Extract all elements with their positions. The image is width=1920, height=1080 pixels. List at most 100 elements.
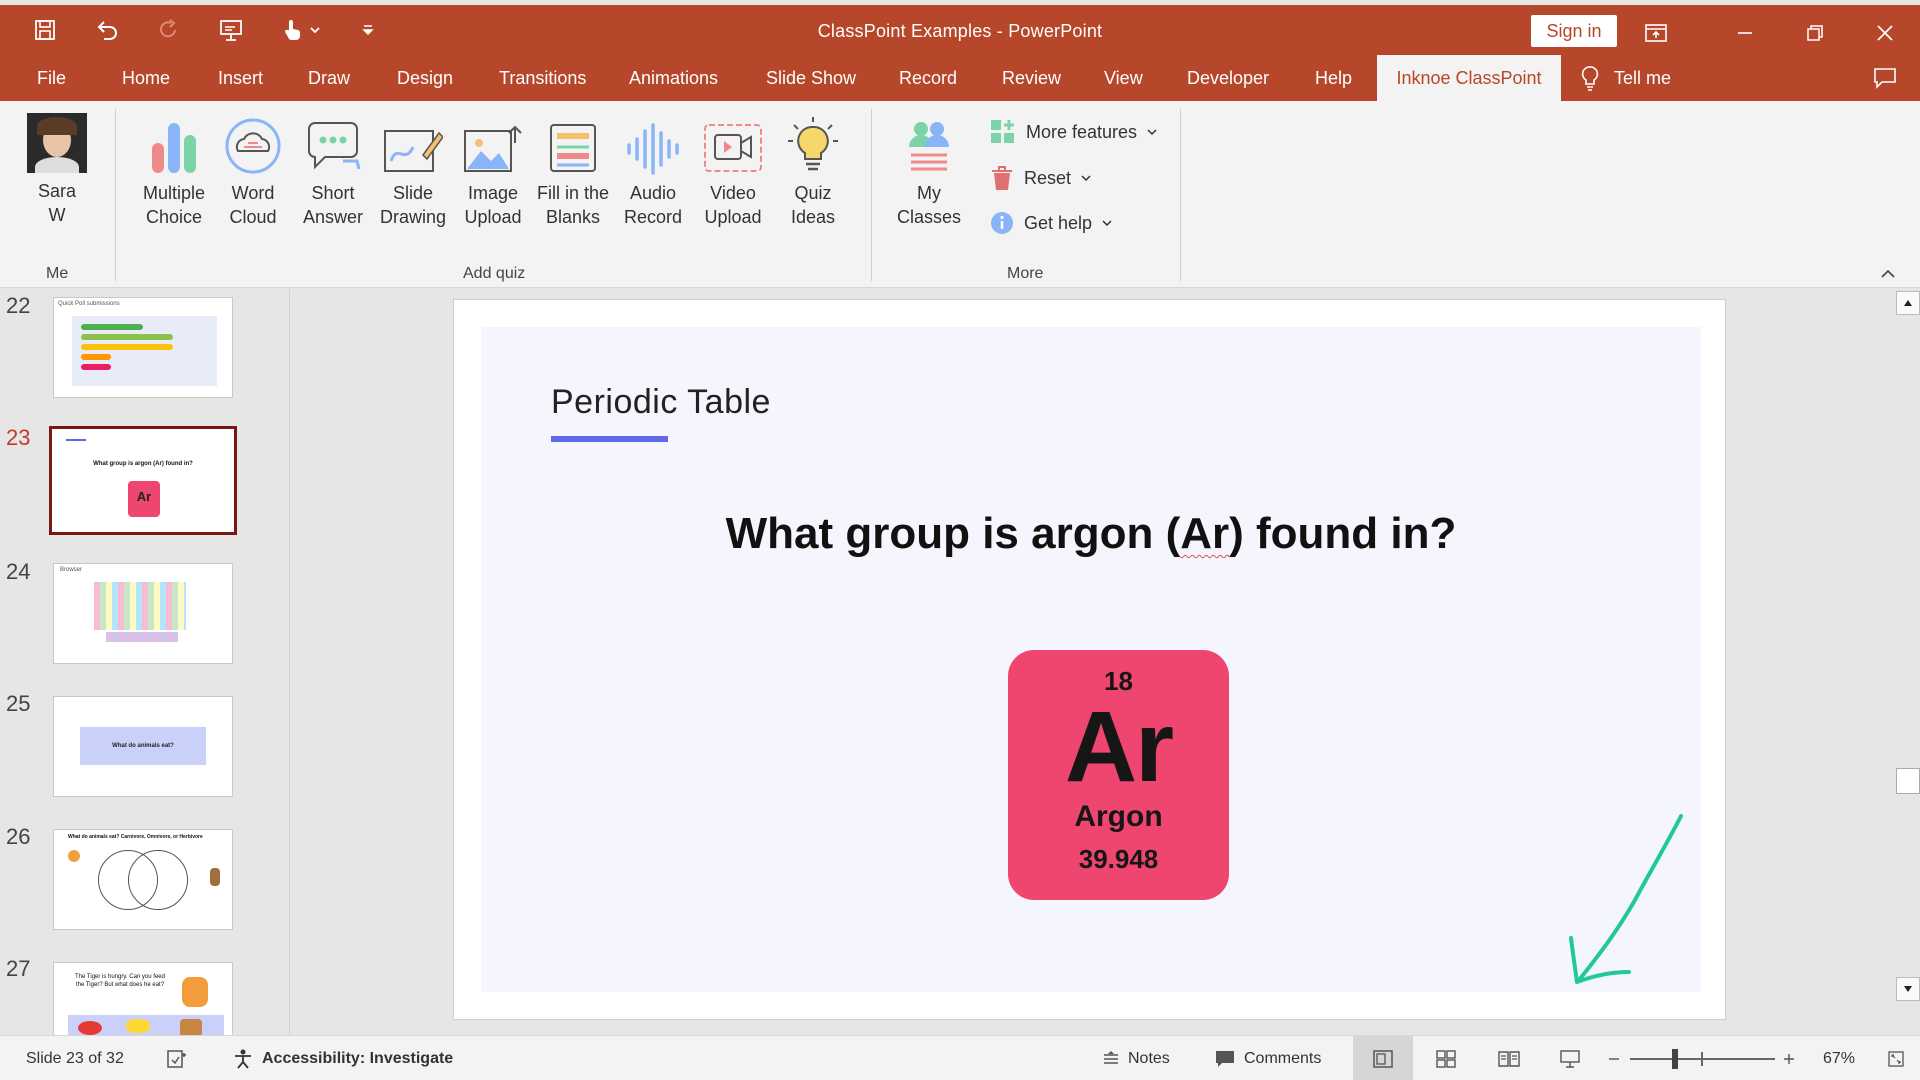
video-upload-button[interactable]: Video Upload bbox=[694, 111, 772, 229]
tab-design[interactable]: Design bbox=[387, 55, 463, 101]
tab-developer[interactable]: Developer bbox=[1177, 55, 1279, 101]
question-text-start: What group is argon ( bbox=[725, 509, 1181, 558]
question-text[interactable]: What group is argon (Ar) found in? bbox=[481, 509, 1701, 559]
tab-slide-show[interactable]: Slide Show bbox=[756, 55, 866, 101]
fill-in-the-blanks-button[interactable]: Fill in the Blanks bbox=[534, 111, 612, 229]
tab-record[interactable]: Record bbox=[889, 55, 967, 101]
slide-number: 25 bbox=[6, 691, 31, 716]
thumbnail-caption: The Tiger is hungry. Can you feed the Ti… bbox=[75, 974, 165, 988]
chevron-down-icon bbox=[1081, 174, 1091, 182]
comments-label: Comments bbox=[1244, 1049, 1322, 1067]
tab-inknoe-classpoint[interactable]: Inknoe ClassPoint bbox=[1377, 55, 1561, 101]
tab-home[interactable]: Home bbox=[112, 55, 180, 101]
slideshow-view-icon[interactable] bbox=[1560, 1036, 1580, 1080]
slide-drawing-label: Slide Drawing bbox=[379, 183, 447, 227]
slide-thumbnail-27[interactable]: The Tiger is hungry. Can you feed the Ti… bbox=[53, 962, 233, 1035]
zoom-in-icon[interactable] bbox=[1783, 1036, 1795, 1080]
tab-animations[interactable]: Animations bbox=[619, 55, 728, 101]
slide-thumbnail-23[interactable]: What group is argon (Ar) found in? Ar bbox=[49, 426, 237, 535]
tab-transitions[interactable]: Transitions bbox=[489, 55, 596, 101]
tab-draw[interactable]: Draw bbox=[298, 55, 360, 101]
avatar bbox=[27, 113, 87, 173]
word-cloud-icon bbox=[224, 117, 282, 175]
slide-position[interactable]: Slide 23 of 32 bbox=[26, 1036, 124, 1080]
video-upload-icon bbox=[703, 121, 763, 175]
status-bar: Slide 23 of 32 Accessibility: Investigat… bbox=[0, 1035, 1920, 1080]
tab-view[interactable]: View bbox=[1094, 55, 1153, 101]
audio-record-label: Audio Record bbox=[623, 183, 683, 227]
slide-sorter-icon[interactable] bbox=[1436, 1036, 1456, 1080]
title-underline bbox=[551, 436, 668, 442]
short-answer-button[interactable]: Short Answer bbox=[294, 111, 372, 229]
scroll-down-icon[interactable] bbox=[1896, 977, 1920, 1001]
reading-view-icon[interactable] bbox=[1498, 1036, 1520, 1080]
title-bar: ClassPoint Examples - PowerPoint Sign in bbox=[0, 0, 1920, 60]
tab-help[interactable]: Help bbox=[1305, 55, 1362, 101]
fill-blanks-icon bbox=[547, 121, 599, 175]
green-arrow-icon[interactable] bbox=[1559, 810, 1689, 990]
get-help-button[interactable]: Get help bbox=[990, 211, 1112, 235]
restore-icon[interactable] bbox=[1780, 5, 1850, 60]
slide-title[interactable]: Periodic Table bbox=[551, 383, 771, 422]
multiple-choice-label: Multiple Choice bbox=[142, 183, 206, 227]
slide-thumbnail-22[interactable]: Quick Poll submissions bbox=[53, 297, 233, 398]
comments-button[interactable]: Comments bbox=[1214, 1036, 1321, 1080]
tab-file[interactable]: File bbox=[27, 55, 76, 101]
spelling-check-icon[interactable] bbox=[166, 1036, 188, 1080]
accessibility-icon bbox=[232, 1048, 254, 1070]
word-cloud-button[interactable]: Word Cloud bbox=[214, 111, 292, 229]
image-upload-label: Image Upload bbox=[464, 183, 522, 227]
slide-thumbnail-25[interactable]: What do animals eat? bbox=[53, 696, 233, 797]
comment-icon bbox=[1214, 1049, 1236, 1069]
collapse-ribbon-icon[interactable] bbox=[1880, 269, 1896, 279]
accessibility-button[interactable]: Accessibility: Investigate bbox=[232, 1036, 453, 1080]
quiz-ideas-button[interactable]: Quiz Ideas bbox=[774, 111, 852, 229]
tab-review[interactable]: Review bbox=[992, 55, 1071, 101]
chevron-down-icon bbox=[1147, 128, 1157, 136]
image-upload-button[interactable]: Image Upload bbox=[454, 111, 532, 229]
thumbnail-caption: What do animals eat? Carnivore, Omnivore… bbox=[68, 834, 203, 840]
audio-record-button[interactable]: Audio Record bbox=[614, 111, 692, 229]
more-features-button[interactable]: More features bbox=[990, 119, 1157, 145]
close-icon[interactable] bbox=[1850, 5, 1920, 60]
spell-marked-word: Ar bbox=[1180, 509, 1230, 558]
ribbon-display-options-icon[interactable] bbox=[1602, 5, 1710, 60]
tell-me-search[interactable]: Tell me bbox=[1580, 55, 1671, 101]
fit-to-window-icon[interactable] bbox=[1888, 1036, 1904, 1080]
user-profile-button[interactable]: Sara W bbox=[18, 111, 96, 227]
chevron-down-icon bbox=[1102, 219, 1112, 227]
scroll-up-icon[interactable] bbox=[1896, 291, 1920, 315]
zoom-slider-thumb[interactable] bbox=[1672, 1049, 1678, 1069]
argon-element-tile[interactable]: 18 Ar Argon 39.948 bbox=[1008, 650, 1229, 900]
minimize-icon[interactable] bbox=[1710, 5, 1780, 60]
slide-thumbnail-24[interactable]: Browser bbox=[53, 563, 233, 664]
lightbulb-icon bbox=[1580, 65, 1600, 91]
zoom-level[interactable]: 67% bbox=[1823, 1036, 1855, 1080]
slide-thumbnails-pane: 22 Quick Poll submissions 23 What group … bbox=[0, 289, 290, 1035]
vertical-scrollbar[interactable] bbox=[1892, 289, 1920, 1035]
ribbon-tabs: File Home Insert Draw Design Transitions… bbox=[0, 55, 1920, 101]
user-name: Sara W bbox=[37, 181, 77, 225]
scrollbar-thumb[interactable] bbox=[1896, 768, 1920, 794]
notes-button[interactable]: Notes bbox=[1102, 1036, 1170, 1080]
zoom-out-icon[interactable] bbox=[1608, 1036, 1620, 1080]
tab-insert[interactable]: Insert bbox=[208, 55, 273, 101]
reset-label: Reset bbox=[1024, 167, 1072, 188]
element-name: Argon bbox=[1074, 800, 1163, 833]
comments-icon[interactable] bbox=[1873, 67, 1897, 89]
multiple-choice-button[interactable]: Multiple Choice bbox=[135, 111, 213, 229]
tell-me-label: Tell me bbox=[1614, 67, 1672, 88]
normal-view-icon[interactable] bbox=[1353, 1036, 1413, 1080]
group-label-add-quiz: Add quiz bbox=[463, 265, 526, 282]
thumbnail-caption: Quick Poll submissions bbox=[58, 301, 120, 307]
slide-drawing-button[interactable]: Slide Drawing bbox=[374, 111, 452, 229]
slide-thumbnail-26[interactable]: What do animals eat? Carnivore, Omnivore… bbox=[53, 829, 233, 930]
current-slide[interactable]: Periodic Table What group is argon (Ar) … bbox=[453, 299, 1726, 1020]
notes-label: Notes bbox=[1128, 1049, 1170, 1067]
reset-button[interactable]: Reset bbox=[990, 165, 1091, 191]
classes-icon bbox=[903, 119, 955, 175]
slide-editor: Periodic Table What group is argon (Ar) … bbox=[291, 289, 1920, 1035]
my-classes-label: My Classes bbox=[896, 183, 962, 227]
powerpoint-window: ClassPoint Examples - PowerPoint Sign in… bbox=[0, 0, 1920, 1080]
my-classes-button[interactable]: My Classes bbox=[890, 111, 968, 229]
